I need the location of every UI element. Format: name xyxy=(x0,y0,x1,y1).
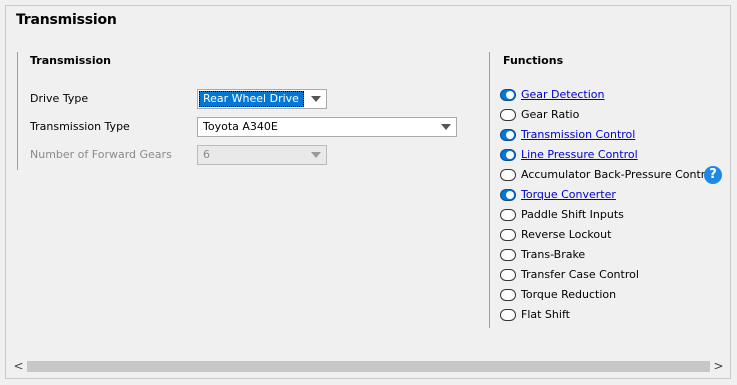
function-label: Reverse Lockout xyxy=(521,228,612,241)
function-toggle[interactable] xyxy=(500,249,516,261)
function-toggle[interactable] xyxy=(500,89,516,101)
transmission-panel xyxy=(5,5,731,379)
horizontal-scrollbar[interactable]: < > xyxy=(10,358,727,375)
function-label[interactable]: Line Pressure Control xyxy=(521,148,638,161)
function-toggle[interactable] xyxy=(500,269,516,281)
function-toggle[interactable] xyxy=(500,209,516,221)
function-toggle[interactable] xyxy=(500,169,516,181)
function-label: Gear Ratio xyxy=(521,108,580,121)
function-toggle[interactable] xyxy=(500,189,516,201)
function-label[interactable]: Torque Converter xyxy=(521,188,616,201)
function-label: Paddle Shift Inputs xyxy=(521,208,624,221)
transmission-type-label: Transmission Type xyxy=(30,120,130,133)
scroll-right-button[interactable]: > xyxy=(710,358,727,375)
functions-section-title: Functions xyxy=(503,54,564,67)
forward-gears-value: 6 xyxy=(203,148,210,161)
function-label: Torque Reduction xyxy=(521,288,617,301)
transmission-type-dropdown[interactable]: Toyota A340E xyxy=(197,117,457,137)
function-label[interactable]: Transmission Control xyxy=(521,128,635,141)
drive-type-dropdown[interactable]: Rear Wheel Drive xyxy=(197,89,327,109)
scroll-thumb[interactable] xyxy=(27,361,710,372)
function-label: Transfer Case Control xyxy=(521,268,639,281)
chevron-down-icon[interactable] xyxy=(306,90,326,108)
function-toggle[interactable] xyxy=(500,149,516,161)
drive-type-label: Drive Type xyxy=(30,92,89,105)
function-toggle[interactable] xyxy=(500,289,516,301)
function-label: Flat Shift xyxy=(521,308,570,321)
function-toggle[interactable] xyxy=(500,309,516,321)
chevron-down-icon xyxy=(306,146,326,164)
forward-gears-label: Number of Forward Gears xyxy=(30,148,172,161)
panel-title: Transmission xyxy=(16,12,117,28)
function-toggle[interactable] xyxy=(500,229,516,241)
transmission-type-value: Toyota A340E xyxy=(203,120,278,133)
drive-type-value: Rear Wheel Drive xyxy=(199,91,304,107)
transmission-section-title: Transmission xyxy=(30,54,112,67)
function-toggle[interactable] xyxy=(500,129,516,141)
function-label: Accumulator Back-Pressure Control xyxy=(521,168,715,181)
left-section-divider xyxy=(17,52,18,170)
function-toggle[interactable] xyxy=(500,109,516,121)
chevron-down-icon[interactable] xyxy=(436,118,456,136)
right-section-divider xyxy=(489,52,490,328)
scroll-left-button[interactable]: < xyxy=(10,358,27,375)
function-label: Trans-Brake xyxy=(521,248,586,261)
forward-gears-dropdown: 6 xyxy=(197,145,327,165)
question-mark-icon[interactable]: ? xyxy=(704,166,722,184)
function-label[interactable]: Gear Detection xyxy=(521,88,605,101)
scroll-track[interactable] xyxy=(27,361,710,372)
